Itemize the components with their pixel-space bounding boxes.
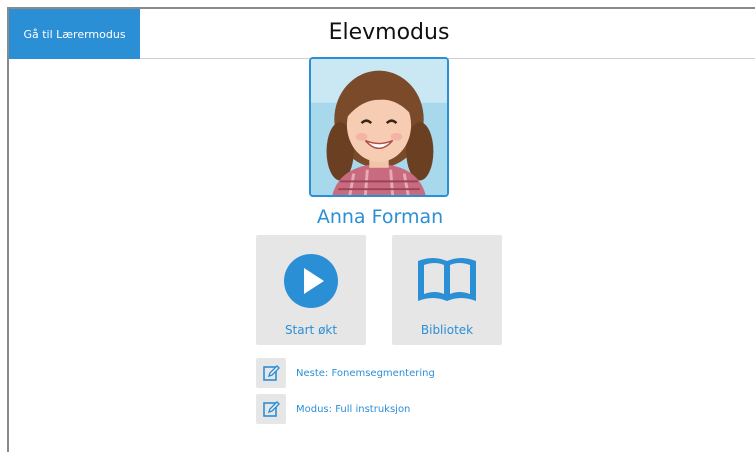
start-session-label: Start økt: [284, 323, 338, 337]
edit-next-button[interactable]: [256, 358, 286, 388]
header-bar: Gå til Lærermodus Elevmodus: [9, 9, 755, 59]
library-button[interactable]: Bibliotek: [392, 235, 502, 345]
next-activity-row: Neste: Fonemsegmentering: [256, 358, 435, 388]
edit-icon: [263, 365, 280, 381]
page-title: Elevmodus: [328, 20, 450, 45]
teacher-mode-button[interactable]: Gå til Lærermodus: [9, 9, 140, 59]
next-activity-text: Neste: Fonemsegmentering: [296, 367, 435, 379]
student-name: Anna Forman: [316, 206, 444, 228]
book-icon: [392, 253, 502, 309]
mode-row: Modus: Full instruksjon: [256, 394, 410, 424]
student-photo: [311, 59, 447, 195]
edit-mode-button[interactable]: [256, 394, 286, 424]
start-session-button[interactable]: Start økt: [256, 235, 366, 345]
play-icon: [256, 253, 366, 309]
mode-text: Modus: Full instruksjon: [296, 403, 411, 415]
student-avatar: [309, 57, 449, 197]
library-label: Bibliotek: [420, 323, 474, 337]
edit-icon: [263, 401, 280, 417]
